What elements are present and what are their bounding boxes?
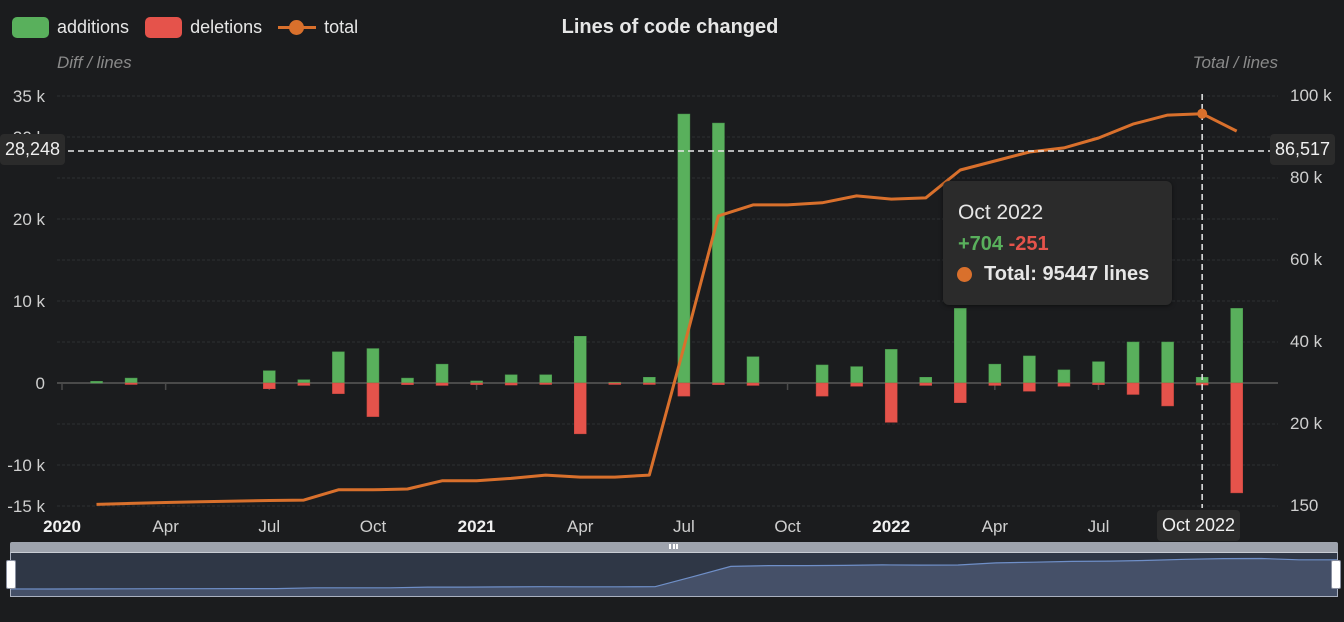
additions-bar bbox=[746, 356, 760, 384]
x-axis-tick-label: 2021 bbox=[458, 517, 496, 536]
additions-bar bbox=[366, 348, 380, 384]
deletions-bar bbox=[1161, 382, 1174, 407]
navigator-right-handle[interactable] bbox=[1331, 560, 1341, 589]
additions-bar bbox=[850, 366, 863, 384]
tooltip-total-row: Total: 95447 lines bbox=[957, 263, 1149, 286]
right-axis-tick-label: 80 k bbox=[1290, 168, 1323, 187]
additions-bar bbox=[884, 349, 898, 384]
crosshair-right-value: 86,517 bbox=[1270, 134, 1336, 165]
x-axis-tick-label: Apr bbox=[982, 517, 1009, 536]
left-axis-tick-label: 10 k bbox=[13, 292, 46, 311]
deletions-bar bbox=[539, 382, 552, 385]
additions-bar bbox=[435, 363, 449, 384]
crosshair-x-label: Oct 2022 bbox=[1157, 510, 1241, 541]
x-axis-tick-label: 2020 bbox=[43, 517, 81, 536]
additions-bar bbox=[401, 377, 414, 384]
left-axis-tick-label: -15 k bbox=[7, 497, 45, 516]
navigator-scrollbar[interactable] bbox=[10, 542, 1338, 552]
deletions-bar bbox=[1057, 382, 1071, 387]
tooltip-additions: +704 bbox=[958, 233, 1004, 255]
navigator-window[interactable] bbox=[10, 552, 1338, 597]
additions-bar bbox=[954, 308, 967, 384]
additions-bar bbox=[539, 374, 552, 384]
deletions-bar bbox=[677, 382, 691, 397]
additions-bar bbox=[90, 381, 103, 384]
navigator-series bbox=[10, 557, 1338, 596]
additions-bar bbox=[124, 377, 138, 384]
left-axis-tick-label: 20 k bbox=[13, 210, 46, 229]
x-axis-tick-label: Apr bbox=[567, 517, 594, 536]
deletions-bar bbox=[435, 382, 449, 386]
right-axis-tick-label: 150 bbox=[1290, 496, 1318, 515]
additions-bar bbox=[574, 336, 587, 384]
additions-bar bbox=[988, 363, 1002, 384]
tooltip-diff: +704 -251 bbox=[958, 233, 1049, 256]
additions-bar bbox=[263, 370, 276, 384]
deletions-bar bbox=[608, 382, 622, 385]
deletions-bar bbox=[297, 382, 311, 386]
navigator-area bbox=[11, 558, 1337, 596]
deletions-bar bbox=[263, 382, 276, 389]
deletions-bar bbox=[850, 382, 863, 387]
deletions-bar bbox=[401, 382, 414, 385]
additions-bar bbox=[470, 380, 483, 384]
right-axis-tick-label: 40 k bbox=[1290, 332, 1323, 351]
deletions-bar bbox=[470, 382, 483, 385]
right-axis-tick-label: 60 k bbox=[1290, 250, 1323, 269]
deletions-bar bbox=[1023, 382, 1036, 392]
additions-bar bbox=[1230, 308, 1243, 384]
x-axis-tick-label: Jul bbox=[258, 517, 280, 536]
scrollbar-grip-icon bbox=[669, 544, 678, 549]
tooltip-deletions: -251 bbox=[1008, 233, 1049, 255]
deletions-bar bbox=[366, 382, 380, 417]
deletions-bar bbox=[815, 382, 829, 397]
tooltip: Oct 2022 +704 -251 Total: 95447 lines bbox=[943, 181, 1172, 305]
additions-bar bbox=[643, 377, 656, 384]
deletions-bar bbox=[1092, 382, 1105, 385]
deletions-bar bbox=[1230, 382, 1243, 494]
x-axis-tick-label: Oct bbox=[360, 517, 387, 536]
additions-bar bbox=[504, 374, 518, 384]
additions-bar bbox=[1023, 355, 1036, 384]
deletions-bar bbox=[884, 382, 898, 423]
x-axis-tick-label: 2022 bbox=[872, 517, 910, 536]
left-axis-tick-label: -10 k bbox=[7, 456, 45, 475]
total-series-line bbox=[96, 112, 1238, 506]
hover-point-marker bbox=[1197, 108, 1208, 119]
additions-bar bbox=[1161, 341, 1174, 384]
deletions-bar bbox=[574, 382, 587, 435]
x-axis-tick-label: Jul bbox=[1088, 517, 1110, 536]
left-axis-tick-label: 0 bbox=[36, 374, 45, 393]
right-axis-tick-label: 20 k bbox=[1290, 414, 1323, 433]
tooltip-total: Total: 95447 lines bbox=[984, 263, 1150, 285]
x-axis-tick-label: Jul bbox=[673, 517, 695, 536]
additions-bar bbox=[919, 377, 932, 384]
additions-bar bbox=[297, 379, 311, 384]
deletions-bar bbox=[1126, 382, 1140, 395]
right-axis-tick-label: 100 k bbox=[1290, 86, 1332, 105]
x-axis-tick-label: Oct bbox=[774, 517, 801, 536]
navigator-left-handle[interactable] bbox=[6, 560, 16, 589]
additions-bar bbox=[712, 122, 725, 384]
deletions-bar bbox=[712, 382, 725, 385]
deletions-bar bbox=[988, 382, 1002, 386]
crosshair-left-value: 28,248 bbox=[0, 134, 66, 165]
deletions-bar bbox=[643, 382, 656, 385]
deletions-bar bbox=[332, 382, 345, 394]
additions-bar bbox=[1092, 361, 1105, 384]
total-dot-icon bbox=[957, 267, 972, 282]
additions-bar bbox=[332, 351, 345, 384]
deletions-bar bbox=[124, 382, 138, 385]
additions-bar bbox=[815, 364, 829, 384]
deletions-bar bbox=[919, 382, 932, 386]
x-axis-tick-label: Apr bbox=[152, 517, 179, 536]
deletions-bar bbox=[746, 382, 760, 386]
left-axis-tick-label: 35 k bbox=[13, 87, 46, 106]
range-navigator[interactable] bbox=[6, 542, 1341, 597]
additions-bar bbox=[1126, 341, 1140, 384]
deletions-bar bbox=[504, 382, 518, 386]
deletions-bar bbox=[954, 382, 967, 403]
additions-bar bbox=[1057, 369, 1071, 384]
tooltip-date: Oct 2022 bbox=[958, 201, 1044, 224]
